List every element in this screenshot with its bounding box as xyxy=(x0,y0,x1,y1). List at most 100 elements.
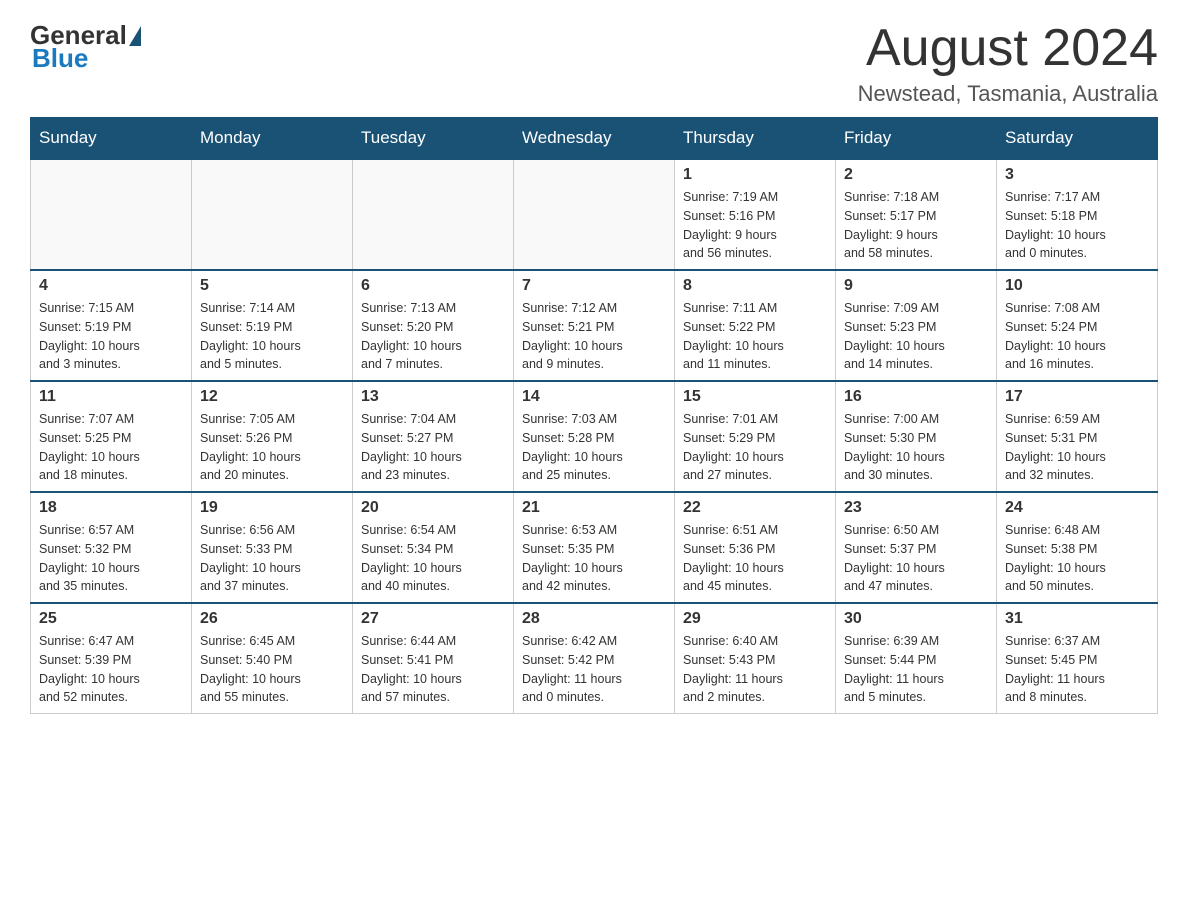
logo-blue-text: Blue xyxy=(32,43,88,73)
title-section: August 2024 Newstead, Tasmania, Australi… xyxy=(858,20,1158,107)
day-number: 10 xyxy=(1005,277,1149,295)
day-number: 30 xyxy=(844,610,988,628)
calendar-cell: 20Sunrise: 6:54 AM Sunset: 5:34 PM Dayli… xyxy=(353,492,514,603)
calendar-cell: 12 Sunrise: 7:05 AM Sunset: 5:26 PM Dayli… xyxy=(192,381,353,492)
calendar-cell: 18 Sunrise: 6:57 AM Sunset: 5:32 PM Dayli… xyxy=(31,492,192,603)
day-info: Sunrise: 6:40 AM Sunset: 5:43 PM Dayligh… xyxy=(683,632,827,707)
day-number: 9 xyxy=(844,277,988,295)
day-number: 25 xyxy=(39,610,183,628)
calendar-header-tuesday: Tuesday xyxy=(353,118,514,160)
day-info: Sunrise: 6:39 AM Sunset: 5:44 PM Dayligh… xyxy=(844,632,988,707)
day-info: Sunrise: 6:42 AM Sunset: 5:42 PM Dayligh… xyxy=(522,632,666,707)
day-number: 5 xyxy=(200,277,344,295)
calendar-cell: 23 Sunrise: 6:50 AM Sunset: 5:37 PM Dayli… xyxy=(836,492,997,603)
day-info: Sunrise: 6:54 AM Sunset: 5:34 PM Dayligh… xyxy=(361,521,505,596)
calendar-cell: 30 Sunrise: 6:39 AM Sunset: 5:44 PM Dayli… xyxy=(836,603,997,714)
day-number: 24 xyxy=(1005,499,1149,517)
calendar-header-saturday: Saturday xyxy=(997,118,1158,160)
calendar-cell: 2 Sunrise: 7:18 AM Sunset: 5:17 PM Daylig… xyxy=(836,159,997,270)
day-info: Sunrise: 7:03 AM Sunset: 5:28 PM Dayligh… xyxy=(522,410,666,485)
day-number: 6 xyxy=(361,277,505,295)
day-info: Sunrise: 6:53 AM Sunset: 5:35 PM Dayligh… xyxy=(522,521,666,596)
day-info: Sunrise: 6:47 AM Sunset: 5:39 PM Dayligh… xyxy=(39,632,183,707)
calendar-cell: 27 Sunrise: 6:44 AM Sunset: 5:41 PM Dayli… xyxy=(353,603,514,714)
calendar-cell: 5 Sunrise: 7:14 AM Sunset: 5:19 PM Daylig… xyxy=(192,270,353,381)
calendar-cell: 26Sunrise: 6:45 AM Sunset: 5:40 PM Dayli… xyxy=(192,603,353,714)
day-number: 27 xyxy=(361,610,505,628)
day-number: 8 xyxy=(683,277,827,295)
calendar-cell: 10 Sunrise: 7:08 AM Sunset: 5:24 PM Dayli… xyxy=(997,270,1158,381)
day-info: Sunrise: 7:01 AM Sunset: 5:29 PM Dayligh… xyxy=(683,410,827,485)
calendar-cell: 16 Sunrise: 7:00 AM Sunset: 5:30 PM Dayli… xyxy=(836,381,997,492)
month-title: August 2024 xyxy=(858,20,1158,77)
calendar-cell: 1Sunrise: 7:19 AM Sunset: 5:16 PM Daylig… xyxy=(675,159,836,270)
day-info: Sunrise: 6:51 AM Sunset: 5:36 PM Dayligh… xyxy=(683,521,827,596)
day-info: Sunrise: 7:05 AM Sunset: 5:26 PM Dayligh… xyxy=(200,410,344,485)
calendar-week-3: 11 Sunrise: 7:07 AM Sunset: 5:25 PM Dayli… xyxy=(31,381,1158,492)
day-number: 11 xyxy=(39,388,183,406)
calendar-cell: 21 Sunrise: 6:53 AM Sunset: 5:35 PM Dayli… xyxy=(514,492,675,603)
day-info: Sunrise: 7:19 AM Sunset: 5:16 PM Dayligh… xyxy=(683,188,827,263)
day-number: 21 xyxy=(522,499,666,517)
calendar-cell: 9Sunrise: 7:09 AM Sunset: 5:23 PM Daylig… xyxy=(836,270,997,381)
calendar-table: SundayMondayTuesdayWednesdayThursdayFrid… xyxy=(30,117,1158,714)
day-number: 13 xyxy=(361,388,505,406)
day-number: 23 xyxy=(844,499,988,517)
day-info: Sunrise: 6:59 AM Sunset: 5:31 PM Dayligh… xyxy=(1005,410,1149,485)
calendar-cell: 3Sunrise: 7:17 AM Sunset: 5:18 PM Daylig… xyxy=(997,159,1158,270)
day-info: Sunrise: 7:18 AM Sunset: 5:17 PM Dayligh… xyxy=(844,188,988,263)
day-number: 14 xyxy=(522,388,666,406)
day-number: 4 xyxy=(39,277,183,295)
calendar-cell: 6 Sunrise: 7:13 AM Sunset: 5:20 PM Daylig… xyxy=(353,270,514,381)
day-number: 12 xyxy=(200,388,344,406)
day-info: Sunrise: 6:44 AM Sunset: 5:41 PM Dayligh… xyxy=(361,632,505,707)
day-number: 16 xyxy=(844,388,988,406)
calendar-cell: 29 Sunrise: 6:40 AM Sunset: 5:43 PM Dayli… xyxy=(675,603,836,714)
calendar-cell xyxy=(31,159,192,270)
day-number: 29 xyxy=(683,610,827,628)
calendar-cell: 8 Sunrise: 7:11 AM Sunset: 5:22 PM Daylig… xyxy=(675,270,836,381)
day-info: Sunrise: 7:08 AM Sunset: 5:24 PM Dayligh… xyxy=(1005,299,1149,374)
day-info: Sunrise: 7:11 AM Sunset: 5:22 PM Dayligh… xyxy=(683,299,827,374)
calendar-cell: 7Sunrise: 7:12 AM Sunset: 5:21 PM Daylig… xyxy=(514,270,675,381)
calendar-cell: 19Sunrise: 6:56 AM Sunset: 5:33 PM Dayli… xyxy=(192,492,353,603)
page-header: General Blue August 2024 Newstead, Tasma… xyxy=(30,20,1158,107)
logo: General Blue xyxy=(30,20,143,74)
day-info: Sunrise: 7:12 AM Sunset: 5:21 PM Dayligh… xyxy=(522,299,666,374)
day-number: 15 xyxy=(683,388,827,406)
calendar-header-monday: Monday xyxy=(192,118,353,160)
calendar-cell: 24 Sunrise: 6:48 AM Sunset: 5:38 PM Dayli… xyxy=(997,492,1158,603)
calendar-cell: 25 Sunrise: 6:47 AM Sunset: 5:39 PM Dayli… xyxy=(31,603,192,714)
day-number: 2 xyxy=(844,166,988,184)
calendar-cell xyxy=(353,159,514,270)
day-info: Sunrise: 6:45 AM Sunset: 5:40 PM Dayligh… xyxy=(200,632,344,707)
day-number: 18 xyxy=(39,499,183,517)
day-info: Sunrise: 6:50 AM Sunset: 5:37 PM Dayligh… xyxy=(844,521,988,596)
calendar-week-2: 4 Sunrise: 7:15 AM Sunset: 5:19 PM Daylig… xyxy=(31,270,1158,381)
calendar-cell: 31Sunrise: 6:37 AM Sunset: 5:45 PM Dayli… xyxy=(997,603,1158,714)
day-info: Sunrise: 7:14 AM Sunset: 5:19 PM Dayligh… xyxy=(200,299,344,374)
calendar-cell: 13Sunrise: 7:04 AM Sunset: 5:27 PM Dayli… xyxy=(353,381,514,492)
day-info: Sunrise: 7:13 AM Sunset: 5:20 PM Dayligh… xyxy=(361,299,505,374)
day-info: Sunrise: 6:48 AM Sunset: 5:38 PM Dayligh… xyxy=(1005,521,1149,596)
calendar-cell xyxy=(514,159,675,270)
calendar-cell: 14 Sunrise: 7:03 AM Sunset: 5:28 PM Dayli… xyxy=(514,381,675,492)
day-info: Sunrise: 7:00 AM Sunset: 5:30 PM Dayligh… xyxy=(844,410,988,485)
day-info: Sunrise: 7:07 AM Sunset: 5:25 PM Dayligh… xyxy=(39,410,183,485)
location-title: Newstead, Tasmania, Australia xyxy=(858,81,1158,107)
day-number: 3 xyxy=(1005,166,1149,184)
day-number: 28 xyxy=(522,610,666,628)
day-number: 22 xyxy=(683,499,827,517)
calendar-header-wednesday: Wednesday xyxy=(514,118,675,160)
calendar-cell: 11 Sunrise: 7:07 AM Sunset: 5:25 PM Dayli… xyxy=(31,381,192,492)
day-info: Sunrise: 6:57 AM Sunset: 5:32 PM Dayligh… xyxy=(39,521,183,596)
day-info: Sunrise: 6:37 AM Sunset: 5:45 PM Dayligh… xyxy=(1005,632,1149,707)
calendar-header-friday: Friday xyxy=(836,118,997,160)
calendar-cell xyxy=(192,159,353,270)
calendar-cell: 28 Sunrise: 6:42 AM Sunset: 5:42 PM Dayli… xyxy=(514,603,675,714)
logo-triangle-icon xyxy=(129,26,141,46)
calendar-header-sunday: Sunday xyxy=(31,118,192,160)
calendar-header-row: SundayMondayTuesdayWednesdayThursdayFrid… xyxy=(31,118,1158,160)
calendar-week-1: 1Sunrise: 7:19 AM Sunset: 5:16 PM Daylig… xyxy=(31,159,1158,270)
day-info: Sunrise: 7:15 AM Sunset: 5:19 PM Dayligh… xyxy=(39,299,183,374)
